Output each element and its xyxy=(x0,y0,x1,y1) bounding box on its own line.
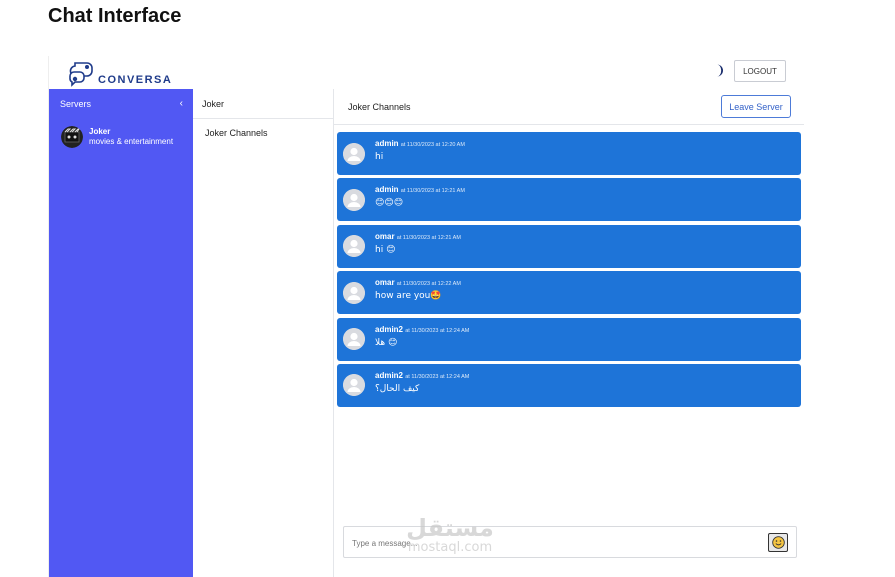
message-text: هلا 😊 xyxy=(375,337,398,348)
servers-sidebar: Servers ‹ Joker movies & entertainment xyxy=(49,89,193,577)
message-author: admin xyxy=(375,185,399,195)
message-timestamp: at 11/30/2023 at 12:20 AM xyxy=(400,142,465,148)
message-text: how are you🤩 xyxy=(375,291,442,302)
chat-bubbles-icon xyxy=(69,62,93,87)
user-avatar-icon xyxy=(343,188,365,211)
user-avatar-icon xyxy=(343,142,365,165)
message-item[interactable]: omar at 11/30/2023 at 12:21 AM hi 😊 xyxy=(337,224,801,268)
emoji-picker-button[interactable] xyxy=(768,533,788,552)
channels-header: Joker xyxy=(193,89,333,119)
chat-app: CONVERSA LOGOUT Servers ‹ Joker movies &… xyxy=(48,56,804,577)
message-text: 😊😊😊 xyxy=(375,198,404,209)
message-timestamp: at 11/30/2023 at 12:21 AM xyxy=(396,234,461,241)
smiley-icon xyxy=(771,536,785,549)
chat-main: Joker Channels Leave Server admin at 11/… xyxy=(334,89,804,577)
message-timestamp: at 11/30/2023 at 12:22 AM xyxy=(396,281,461,288)
logout-button[interactable]: LOGOUT xyxy=(734,60,786,82)
leave-server-button[interactable]: Leave Server xyxy=(721,95,791,118)
chat-header: Joker Channels Leave Server xyxy=(334,89,804,125)
message-author: admin xyxy=(375,139,399,148)
message-item[interactable]: admin at 11/30/2023 at 12:20 AM hi xyxy=(337,132,801,175)
message-item[interactable]: omar at 11/30/2023 at 12:22 AM how are y… xyxy=(337,271,801,315)
message-composer xyxy=(343,526,797,558)
server-description: movies & entertainment xyxy=(89,137,174,146)
user-avatar-icon xyxy=(343,328,365,351)
message-author: omar xyxy=(375,231,395,241)
servers-header: Servers ‹ xyxy=(49,89,193,118)
message-timestamp: at 11/30/2023 at 12:24 AM xyxy=(405,327,470,334)
server-item-joker[interactable]: Joker movies & entertainment xyxy=(49,118,193,148)
message-author: admin2 xyxy=(375,324,404,334)
moon-icon[interactable] xyxy=(714,64,726,77)
message-input[interactable] xyxy=(352,535,752,551)
message-item[interactable]: admin at 11/30/2023 at 12:21 AM 😊😊😊 xyxy=(337,178,801,222)
message-text: كيف الحال؟ xyxy=(375,383,420,394)
message-author: omar xyxy=(375,278,395,288)
page-heading: Chat Interface xyxy=(48,5,182,27)
server-name: Joker xyxy=(89,127,111,136)
message-item[interactable]: admin2 at 11/30/2023 at 12:24 AM هلا 😊 xyxy=(337,317,801,361)
user-avatar-icon xyxy=(343,281,365,304)
servers-title: Servers xyxy=(60,98,92,109)
message-text: hi 😊 xyxy=(375,244,396,255)
message-text: hi xyxy=(375,152,384,162)
user-avatar-icon xyxy=(343,235,365,258)
user-avatar-icon xyxy=(343,374,365,397)
conversa-logo[interactable]: CONVERSA xyxy=(67,59,172,87)
message-item[interactable]: admin2 at 11/30/2023 at 12:24 AM كيف الح… xyxy=(337,363,801,407)
message-list: admin at 11/30/2023 at 12:20 AM hi admin… xyxy=(337,132,801,410)
channel-title: Joker Channels xyxy=(348,101,411,112)
logo-text: CONVERSA xyxy=(98,74,173,86)
channel-item-joker-channels[interactable]: Joker Channels xyxy=(193,119,333,138)
server-avatar xyxy=(61,126,83,148)
message-timestamp: at 11/30/2023 at 12:24 AM xyxy=(405,373,470,380)
channels-panel: Joker Joker Channels xyxy=(193,89,334,577)
chevron-left-icon[interactable]: ‹ xyxy=(180,98,183,109)
message-timestamp: at 11/30/2023 at 12:21 AM xyxy=(400,188,465,195)
top-bar: CONVERSA LOGOUT xyxy=(49,56,804,89)
message-author: admin2 xyxy=(375,370,404,380)
